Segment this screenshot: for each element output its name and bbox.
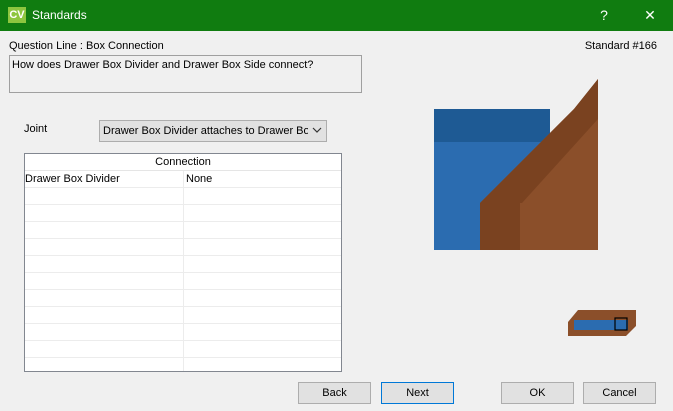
connection-part-cell — [25, 239, 183, 255]
title-bar: CV Standards ? ✕ — [0, 0, 673, 31]
divider-top-edge — [434, 109, 550, 142]
connection-value-cell[interactable] — [183, 358, 341, 371]
joint-label: Joint — [24, 123, 48, 135]
question-text-box: How does Drawer Box Divider and Drawer B… — [9, 55, 362, 93]
connection-table[interactable]: Connection Drawer Box Divider None — [24, 153, 342, 372]
table-row[interactable] — [25, 239, 341, 256]
connection-part-cell — [25, 256, 183, 272]
connection-value-cell[interactable] — [183, 307, 341, 323]
connection-value-cell[interactable] — [183, 256, 341, 272]
connection-value-cell[interactable] — [183, 205, 341, 221]
next-button[interactable]: Next — [381, 382, 454, 404]
connection-part-cell — [25, 273, 183, 289]
table-row[interactable] — [25, 222, 341, 239]
help-button[interactable]: ? — [581, 0, 627, 31]
connection-value-cell[interactable]: None — [183, 171, 341, 187]
table-row[interactable] — [25, 341, 341, 358]
connection-value-cell[interactable] — [183, 290, 341, 306]
table-row[interactable] — [25, 324, 341, 341]
table-row[interactable] — [25, 273, 341, 290]
question-line-label: Question Line : Box Connection — [9, 40, 164, 52]
connection-part-cell — [25, 307, 183, 323]
side-panel-edge — [480, 203, 520, 250]
connection-part-cell — [25, 222, 183, 238]
joint-dropdown[interactable]: Drawer Box Divider attaches to Drawer Bo… — [99, 120, 327, 142]
connection-part-cell — [25, 324, 183, 340]
table-row[interactable] — [25, 205, 341, 222]
joint-dropdown-value: Drawer Box Divider attaches to Drawer Bo… — [103, 125, 308, 137]
table-row[interactable] — [25, 358, 341, 371]
app-logo-icon: CV — [8, 7, 26, 23]
connection-rows: Drawer Box Divider None — [25, 171, 341, 371]
ok-button[interactable]: OK — [501, 382, 574, 404]
table-row[interactable]: Drawer Box Divider None — [25, 171, 341, 188]
connection-column-header: Connection — [25, 154, 341, 171]
connection-value-cell[interactable] — [183, 239, 341, 255]
connection-part-cell — [25, 358, 183, 371]
connection-part-cell — [25, 205, 183, 221]
connection-part-cell: Drawer Box Divider — [25, 173, 120, 185]
connection-part-cell — [25, 290, 183, 306]
close-button[interactable]: ✕ — [627, 0, 673, 31]
table-row[interactable] — [25, 256, 341, 273]
chevron-down-icon — [312, 123, 322, 140]
connection-value-cell[interactable] — [183, 341, 341, 357]
thumb-divider — [574, 320, 628, 330]
table-row[interactable] — [25, 188, 341, 205]
joint-preview-image — [434, 79, 598, 250]
connection-value-cell[interactable] — [183, 273, 341, 289]
standard-number: Standard #166 — [584, 40, 657, 52]
window-title: Standards — [32, 8, 87, 22]
drawer-box-thumbnail — [568, 310, 636, 336]
connection-part-cell — [25, 188, 183, 204]
connection-value-cell[interactable] — [183, 188, 341, 204]
connection-value-cell[interactable] — [183, 324, 341, 340]
side-panel-face — [520, 203, 598, 250]
connection-part-cell — [25, 341, 183, 357]
cancel-button[interactable]: Cancel — [583, 382, 656, 404]
back-button[interactable]: Back — [298, 382, 371, 404]
table-row[interactable] — [25, 290, 341, 307]
table-row[interactable] — [25, 307, 341, 324]
connection-value-cell[interactable] — [183, 222, 341, 238]
question-text: How does Drawer Box Divider and Drawer B… — [12, 59, 314, 71]
